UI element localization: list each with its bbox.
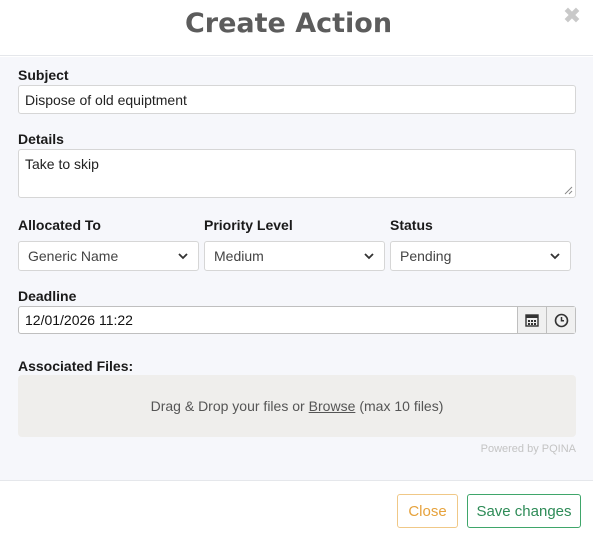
dropzone-prefix: Drag & Drop your files or bbox=[150, 398, 305, 414]
deadline-input[interactable]: 12/01/2026 11:22 bbox=[19, 307, 517, 333]
dropzone-suffix: (max 10 files) bbox=[359, 398, 444, 414]
save-changes-button[interactable]: Save changes bbox=[467, 494, 581, 528]
allocated-to-label: Allocated To bbox=[18, 217, 101, 233]
modal-header: Create Action ✖ bbox=[0, 0, 593, 56]
details-textarea[interactable]: Take to skip bbox=[18, 149, 576, 198]
close-button[interactable]: Close bbox=[397, 494, 458, 528]
chevron-down-icon bbox=[364, 253, 374, 260]
allocated-to-value: Generic Name bbox=[28, 248, 119, 264]
status-value: Pending bbox=[400, 248, 452, 264]
deadline-picker: 12/01/2026 11:22 bbox=[18, 306, 576, 334]
subject-input[interactable]: Dispose of old equiptment bbox=[18, 85, 576, 114]
associated-files-label: Associated Files: bbox=[18, 358, 134, 374]
modal-body: Subject Dispose of old equiptment Detail… bbox=[0, 57, 593, 480]
priority-level-value: Medium bbox=[214, 248, 264, 264]
status-label: Status bbox=[390, 217, 433, 233]
calendar-button[interactable] bbox=[517, 307, 546, 333]
clock-icon bbox=[554, 313, 568, 327]
subject-label: Subject bbox=[18, 67, 69, 83]
modal-footer: Close Save changes bbox=[0, 480, 593, 537]
subject-value: Dispose of old equiptment bbox=[25, 91, 187, 108]
file-dropzone[interactable]: Drag & Drop your files or Browse (max 10… bbox=[18, 375, 576, 437]
chevron-down-icon bbox=[550, 253, 560, 260]
modal-title: Create Action bbox=[184, 8, 393, 39]
time-button[interactable] bbox=[546, 307, 575, 333]
details-label: Details bbox=[18, 131, 64, 147]
allocated-to-select[interactable]: Generic Name bbox=[18, 241, 199, 271]
browse-link[interactable]: Browse bbox=[309, 398, 356, 414]
priority-level-label: Priority Level bbox=[204, 217, 293, 233]
calendar-icon bbox=[525, 314, 539, 327]
deadline-label: Deadline bbox=[18, 288, 77, 304]
priority-level-select[interactable]: Medium bbox=[204, 241, 385, 271]
close-icon[interactable]: ✖ bbox=[560, 6, 584, 30]
chevron-down-icon bbox=[178, 253, 188, 260]
status-select[interactable]: Pending bbox=[390, 241, 571, 271]
create-action-modal: Create Action ✖ Subject Dispose of old e… bbox=[0, 0, 593, 537]
powered-by-credit[interactable]: Powered by PQINA bbox=[481, 443, 576, 455]
details-value: Take to skip bbox=[25, 156, 99, 172]
resize-grip-icon[interactable] bbox=[564, 186, 573, 195]
deadline-value: 12/01/2026 11:22 bbox=[25, 312, 133, 328]
